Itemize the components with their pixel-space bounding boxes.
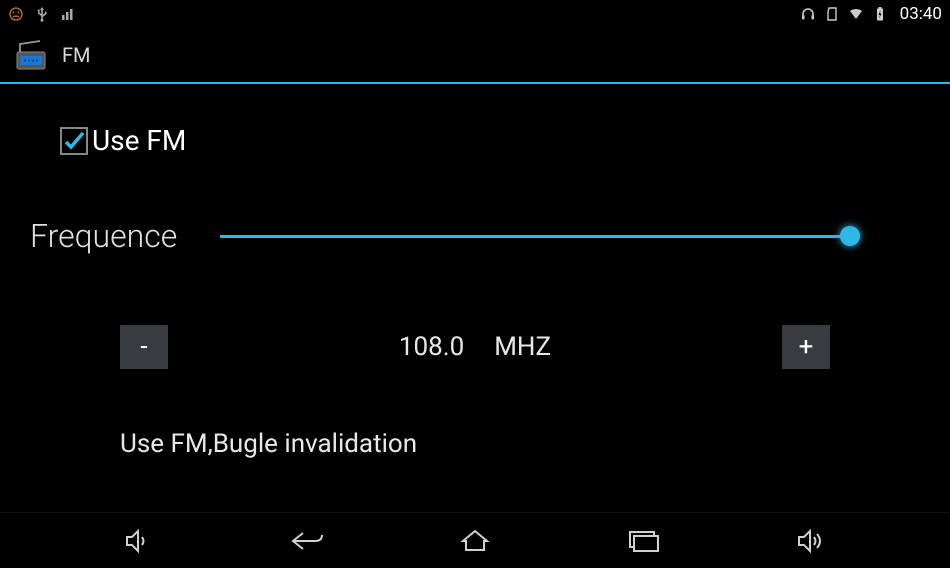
nav-back[interactable] [277, 521, 337, 561]
sd-icon [824, 6, 840, 22]
battery-icon [872, 6, 888, 22]
frequency-label: Frequence [30, 217, 220, 255]
headphones-icon [800, 6, 816, 22]
nav-home[interactable] [445, 521, 505, 561]
bars-icon [60, 6, 76, 22]
slider-track [220, 235, 860, 238]
hint-text: Use FM,Bugle invalidation [120, 429, 920, 459]
use-fm-label: Use FM [92, 124, 186, 157]
wifi-icon [848, 6, 864, 22]
decrement-button[interactable]: - [120, 325, 168, 369]
status-bar: 03:40 [0, 0, 950, 28]
increment-button[interactable]: + [782, 325, 830, 369]
frequency-slider[interactable] [220, 226, 860, 246]
frequency-value-row: - 108.0 MHZ + [30, 325, 920, 369]
frequency-value: 108.0 [399, 332, 464, 362]
fm-app-icon [14, 38, 48, 72]
nav-volume-down[interactable] [108, 521, 168, 561]
navigation-bar [0, 512, 950, 568]
status-time: 03:40 [900, 4, 942, 24]
main-content: Use FM Frequence - 108.0 MHZ + Use FM,Bu… [0, 84, 950, 459]
use-fm-checkbox[interactable] [60, 127, 88, 155]
nav-volume-up[interactable] [782, 521, 842, 561]
nav-recent[interactable] [613, 521, 673, 561]
slider-thumb[interactable] [840, 226, 860, 246]
action-bar: FM [0, 28, 950, 82]
app-title: FM [62, 43, 91, 67]
status-face-icon [8, 6, 24, 22]
frequency-unit: MHZ [494, 332, 551, 362]
use-fm-row: Use FM [60, 124, 920, 157]
frequency-row: Frequence [30, 217, 920, 255]
usb-icon [34, 6, 50, 22]
